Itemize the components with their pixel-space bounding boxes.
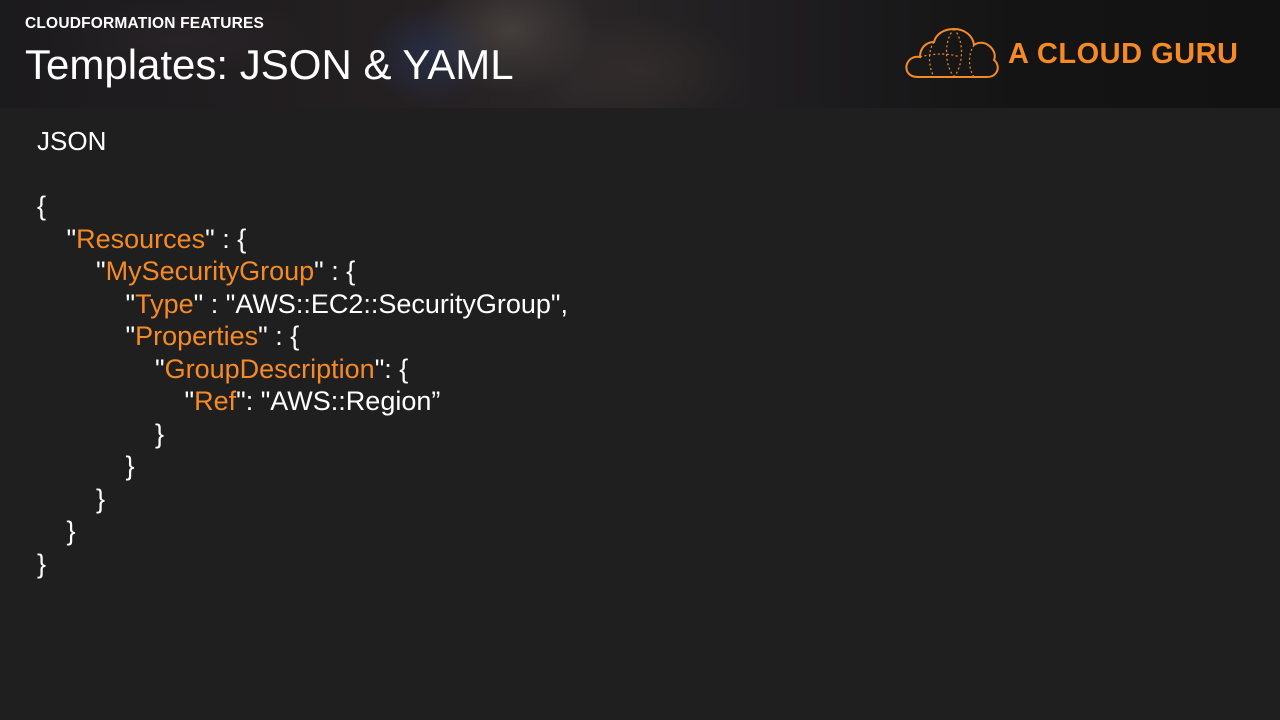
json-punctuation: " xyxy=(155,353,165,384)
json-key: Ref xyxy=(194,386,237,416)
code-line: } xyxy=(37,515,568,548)
json-key: Properties xyxy=(135,321,259,351)
json-punctuation: " xyxy=(125,288,136,319)
json-punctuation: } xyxy=(37,548,47,579)
code-line: } xyxy=(37,548,568,581)
code-line: "GroupDescription": { xyxy=(37,353,568,386)
json-key: Resources xyxy=(76,223,206,254)
json-punctuation: } xyxy=(155,418,165,449)
code-line: } xyxy=(37,418,568,451)
cloud-logo-icon xyxy=(905,27,999,78)
code-line: "Resources" : { xyxy=(37,223,568,256)
code-line: { xyxy=(37,190,568,223)
json-punctuation: " : { xyxy=(314,256,356,286)
format-label: JSON xyxy=(37,126,107,156)
json-code-block: {"Resources" : {"MySecurityGroup" : {"Ty… xyxy=(37,190,568,580)
json-punctuation: } xyxy=(125,451,135,481)
code-line: } xyxy=(37,450,568,483)
json-punctuation: " xyxy=(66,223,77,254)
slide: CLOUDFORMATION FEATURES Templates: JSON … xyxy=(0,0,1280,720)
json-punctuation: " xyxy=(125,321,136,351)
json-punctuation: ": "AWS::Region” xyxy=(236,386,441,416)
json-key: MySecurityGroup xyxy=(105,256,315,286)
brand-logo: A CLOUD GURU xyxy=(904,26,1244,82)
code-line: "Type" : "AWS::EC2::SecurityGroup", xyxy=(37,288,569,321)
brand-name: A CLOUD GURU xyxy=(1008,38,1239,70)
header-banner: CLOUDFORMATION FEATURES Templates: JSON … xyxy=(0,0,1280,108)
json-key: Type xyxy=(135,288,194,319)
section-kicker: CLOUDFORMATION FEATURES xyxy=(25,15,265,32)
code-line: } xyxy=(37,483,568,516)
json-key: GroupDescription xyxy=(164,353,375,384)
json-punctuation: { xyxy=(37,191,47,221)
code-line: "MySecurityGroup" : { xyxy=(37,255,568,288)
slide-title: Templates: JSON & YAML xyxy=(25,41,514,88)
json-punctuation: } xyxy=(96,483,106,514)
code-line: "Properties" : { xyxy=(37,320,568,353)
json-punctuation: " : "AWS::EC2::SecurityGroup", xyxy=(193,288,569,319)
json-punctuation: } xyxy=(66,516,76,546)
json-punctuation: " xyxy=(184,386,195,416)
json-punctuation: " : { xyxy=(205,223,247,254)
json-punctuation: ": { xyxy=(374,353,409,384)
code-line: "Ref": "AWS::Region” xyxy=(37,385,568,418)
json-punctuation: " : { xyxy=(258,321,300,351)
json-punctuation: " xyxy=(96,256,106,286)
